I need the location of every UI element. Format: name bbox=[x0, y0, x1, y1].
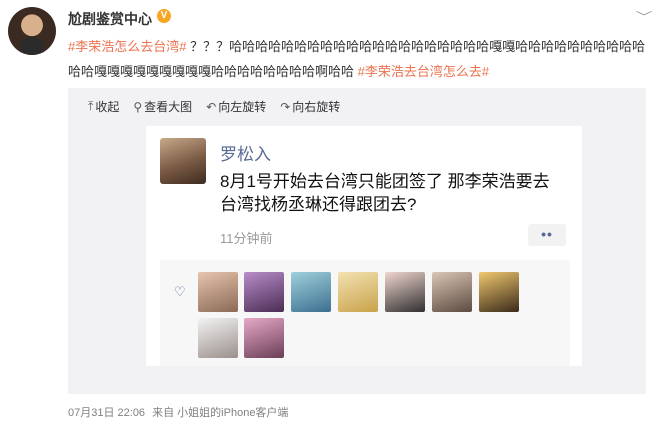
liker-avatar bbox=[291, 272, 331, 312]
post-timestamp[interactable]: 07月31日 22:06 来自 小姐姐的iPhone客户端 bbox=[68, 404, 288, 420]
likes-panel: ♡ bbox=[160, 260, 570, 366]
more-options-icon: •• bbox=[528, 224, 566, 246]
image-toolbar: ⤒ 收起 ⚲ 查看大图 ↶ 向左旋转 ↷ 向右旋转 bbox=[88, 98, 340, 115]
view-large-button[interactable]: ⚲ 查看大图 bbox=[133, 98, 192, 115]
moment-text: 8月1号开始去台湾只能团签了 那李荣浩要去台湾找杨丞琳还得跟团去? bbox=[220, 172, 550, 214]
collapse-button[interactable]: ⤒ 收起 bbox=[88, 98, 119, 115]
rotate-left-icon: ↶ bbox=[206, 99, 217, 114]
hashtag-link[interactable]: #李荣浩怎么去台湾# bbox=[68, 39, 186, 54]
liker-avatar bbox=[479, 272, 519, 312]
rotate-right-icon: ↷ bbox=[280, 99, 291, 114]
collapse-icon: ⤒ bbox=[88, 99, 94, 113]
moment-avatar bbox=[160, 138, 206, 184]
author-name[interactable]: 尬剧鉴赏中心 bbox=[68, 9, 152, 29]
chevron-down-icon[interactable]: ﹀ bbox=[636, 8, 653, 25]
hashtag-link[interactable]: #李荣浩去台湾怎么去# bbox=[358, 64, 489, 79]
verified-badge-icon: V bbox=[157, 9, 171, 23]
post-source[interactable]: 来自 小姐姐的iPhone客户端 bbox=[152, 407, 288, 419]
heart-outline-icon: ♡ bbox=[174, 284, 186, 299]
liker-avatar bbox=[432, 272, 472, 312]
moment-author-name: 罗松入 bbox=[220, 145, 271, 164]
liker-avatar bbox=[338, 272, 378, 312]
post-text: #李荣浩怎么去台湾# ？？？哈哈哈哈哈哈哈哈哈哈哈哈哈哈哈哈哈哈哈哈嘎嘎哈哈哈哈… bbox=[68, 34, 648, 84]
post-image[interactable]: 罗松入 8月1号开始去台湾只能团签了 那李荣浩要去台湾找杨丞琳还得跟团去? 11… bbox=[146, 126, 582, 366]
liker-avatar bbox=[198, 318, 238, 358]
image-viewer: ⤒ 收起 ⚲ 查看大图 ↶ 向左旋转 ↷ 向右旋转 罗松入 8月1号开始去台湾只… bbox=[68, 88, 646, 394]
liker-avatar bbox=[385, 272, 425, 312]
rotate-right-button[interactable]: ↷ 向右旋转 bbox=[280, 98, 340, 115]
magnifier-icon: ⚲ bbox=[133, 99, 143, 114]
rotate-left-button[interactable]: ↶ 向左旋转 bbox=[206, 98, 266, 115]
liker-avatar bbox=[244, 272, 284, 312]
liker-avatar bbox=[244, 318, 284, 358]
liker-avatar bbox=[198, 272, 238, 312]
moment-time: 11分钟前 bbox=[220, 231, 273, 246]
author-avatar[interactable] bbox=[8, 7, 56, 55]
